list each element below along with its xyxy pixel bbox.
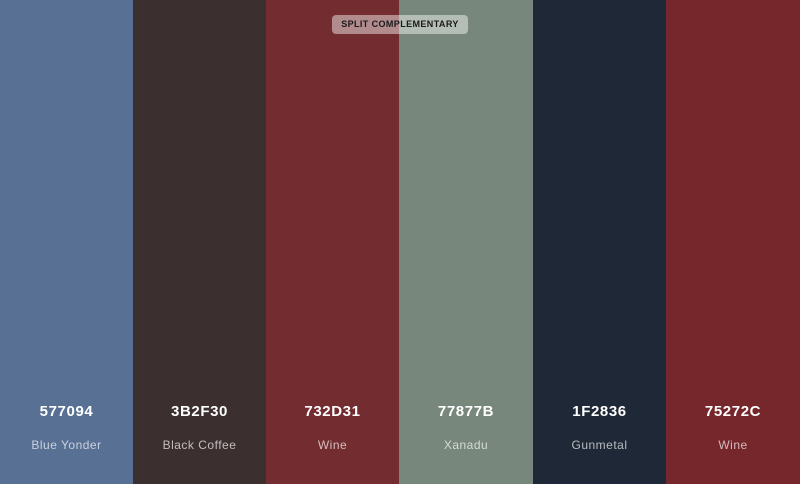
swatch-black-coffee[interactable]: 3B2F30 Black Coffee bbox=[133, 0, 266, 484]
swatch-xanadu[interactable]: 77877B Xanadu bbox=[399, 0, 533, 484]
swatch-name: Black Coffee bbox=[162, 438, 237, 452]
swatch-blue-yonder[interactable]: 577094 Blue Yonder bbox=[0, 0, 133, 484]
swatch-name: Gunmetal bbox=[571, 438, 628, 452]
swatch-wine-2[interactable]: 75272C Wine bbox=[666, 0, 800, 484]
swatch-hex[interactable]: 75272C bbox=[666, 403, 800, 420]
swatch-hex[interactable]: 577094 bbox=[0, 403, 133, 420]
swatch-name: Xanadu bbox=[443, 438, 489, 452]
scheme-badge: SPLIT COMPLEMENTARY bbox=[332, 15, 468, 34]
swatch-hex[interactable]: 77877B bbox=[399, 403, 533, 420]
swatch-hex[interactable]: 3B2F30 bbox=[133, 403, 266, 420]
swatch-hex[interactable]: 1F2836 bbox=[533, 403, 666, 420]
swatch-name: Wine bbox=[718, 438, 748, 452]
color-palette: 577094 Blue Yonder 3B2F30 Black Coffee 7… bbox=[0, 0, 800, 484]
swatch-hex[interactable]: 732D31 bbox=[266, 403, 399, 420]
swatch-name: Wine bbox=[317, 438, 348, 452]
swatch-wine[interactable]: 732D31 Wine bbox=[266, 0, 399, 484]
swatch-gunmetal[interactable]: 1F2836 Gunmetal bbox=[533, 0, 666, 484]
swatch-name: Blue Yonder bbox=[31, 438, 102, 452]
